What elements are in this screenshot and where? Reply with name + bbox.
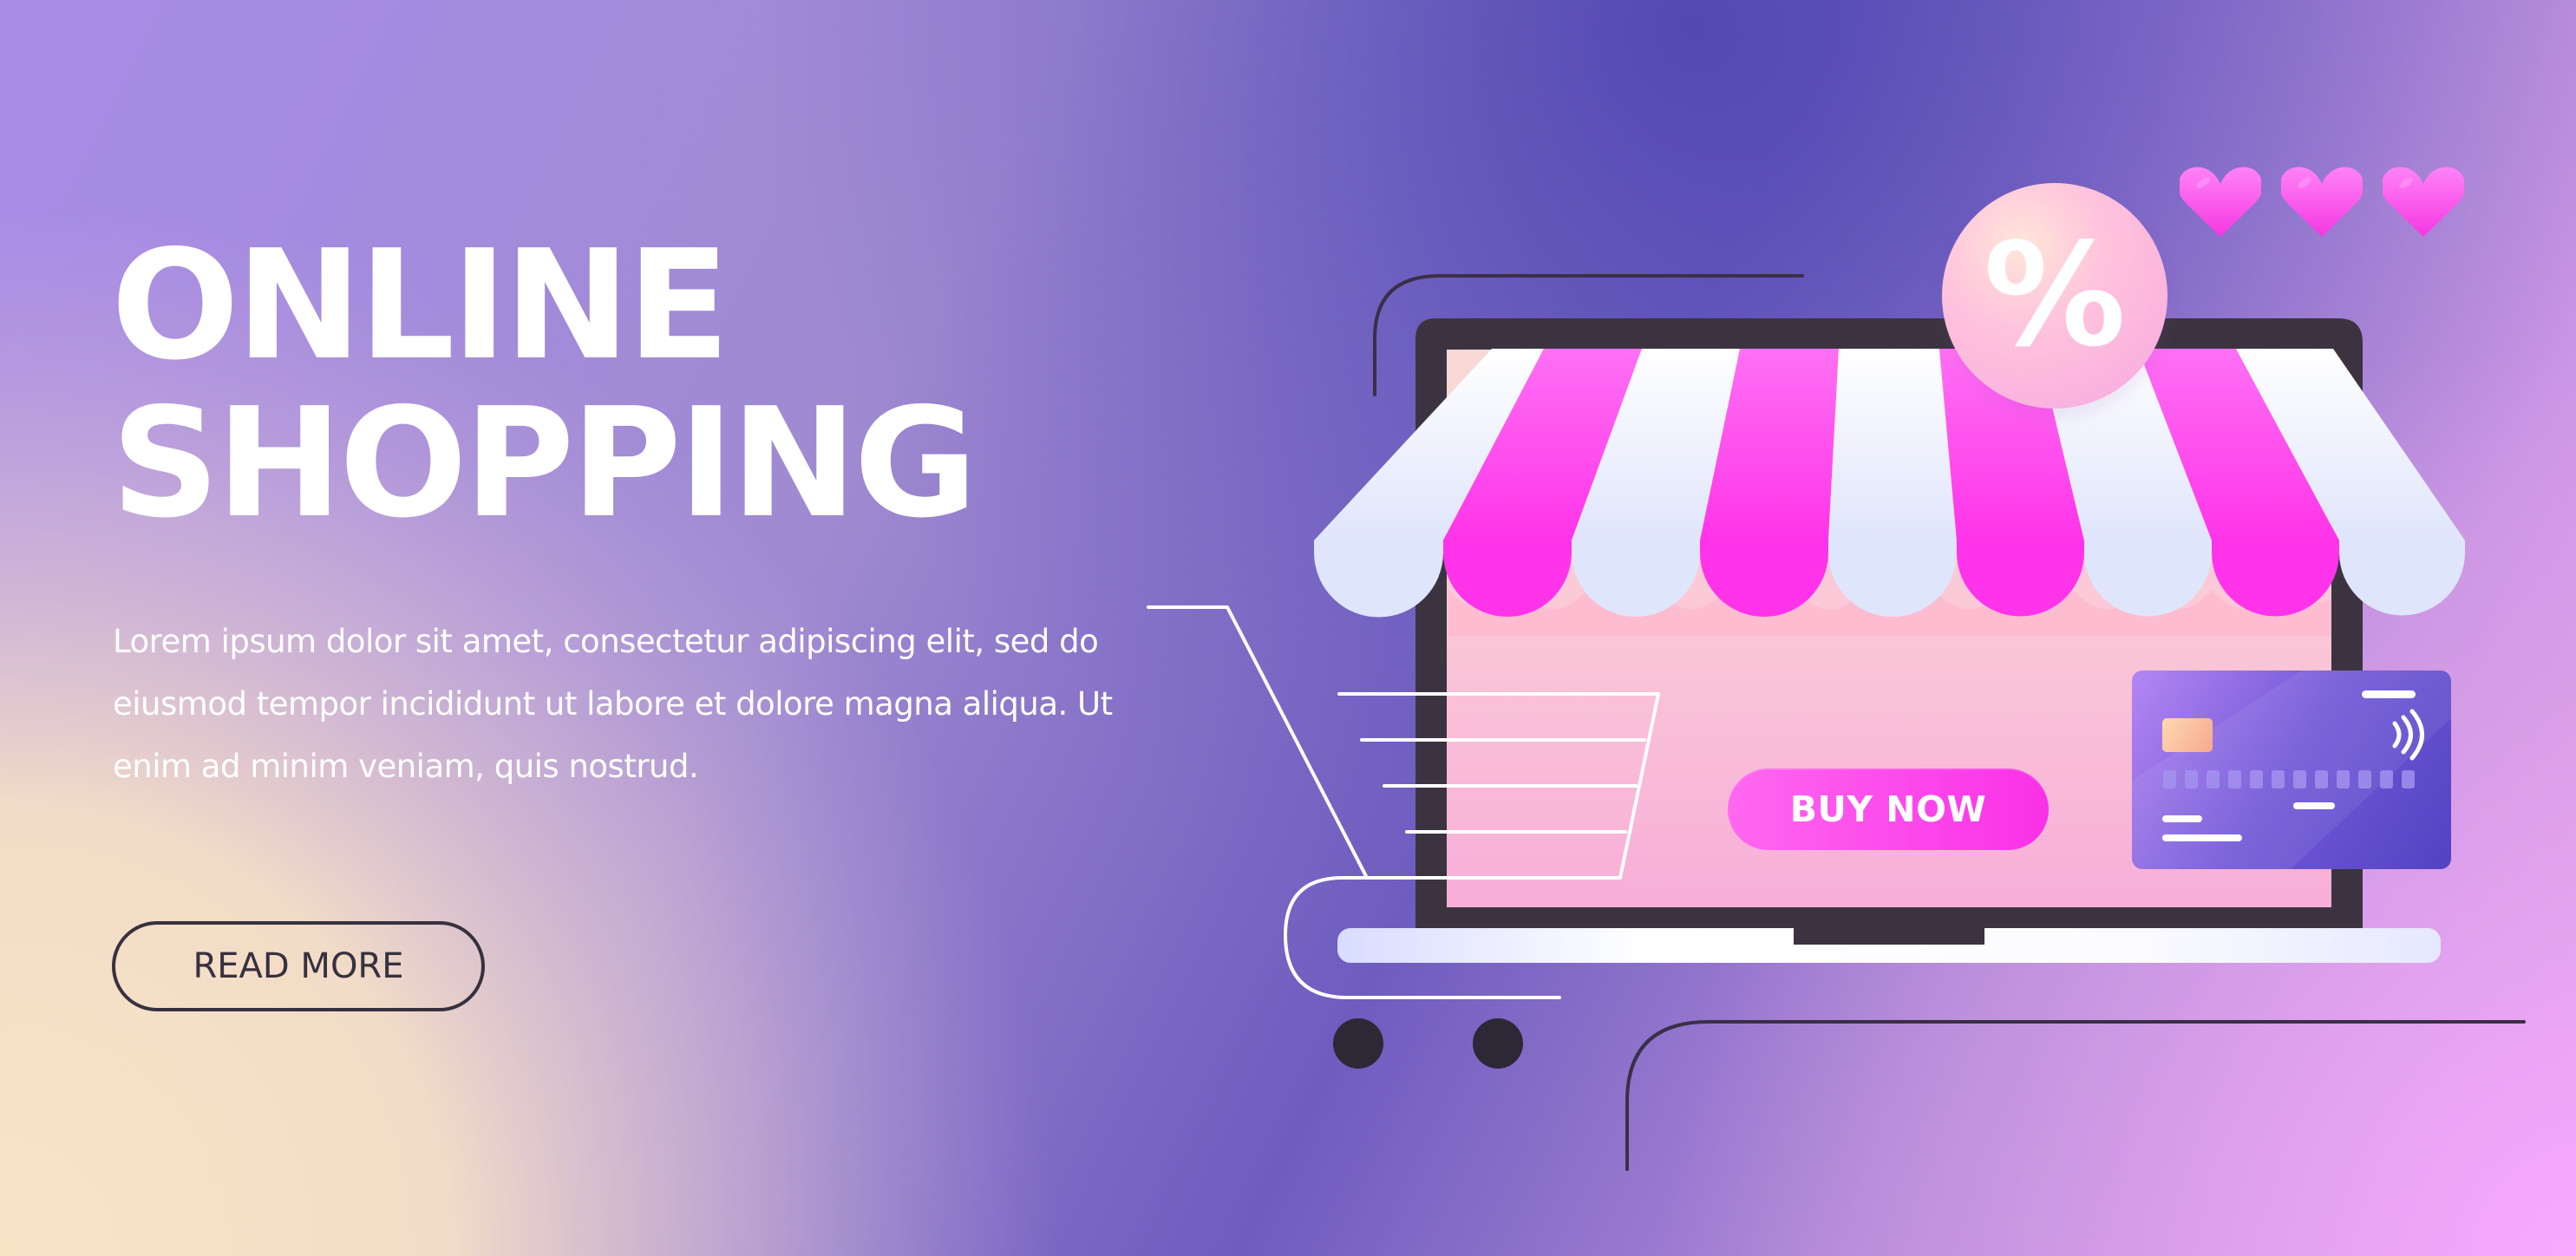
percent-badge-icon: % (1942, 183, 2167, 409)
title-line-shopping: SHOPPING (111, 376, 977, 552)
online-shopping-banner: ONLINE SHOPPING Lorem ipsum dolor sit am… (0, 0, 2576, 1256)
credit-card-icon (2132, 671, 2451, 869)
buy-now-button[interactable]: BUY NOW (1728, 769, 2049, 850)
store-awning-icon (1314, 349, 2465, 637)
heart-icon (2180, 167, 2261, 237)
title-line-online: ONLINE (111, 218, 730, 394)
heart-icon (2383, 167, 2464, 237)
heart-icon (2281, 167, 2363, 237)
description-text: Lorem ipsum dolor sit amet, consectetur … (113, 623, 1113, 785)
read-more-button[interactable]: READ MORE (112, 921, 485, 1011)
hearts-group (2180, 164, 2466, 242)
page-title: ONLINE SHOPPING (111, 218, 977, 552)
